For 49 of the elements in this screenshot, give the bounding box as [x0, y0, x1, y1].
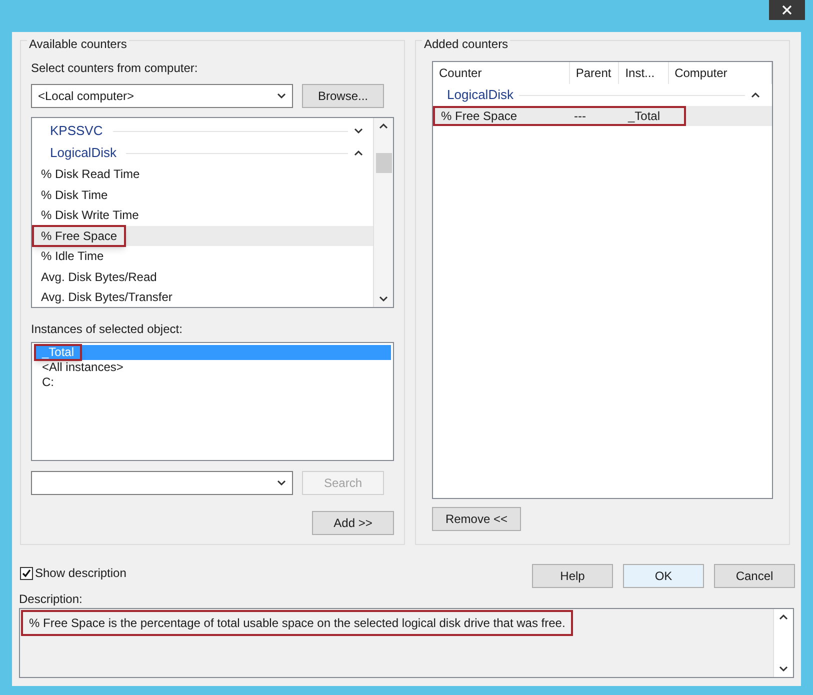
- button[interactable]: Cancel: [714, 564, 795, 588]
- dropdown[interactable]: <Local computer>: [31, 84, 293, 108]
- list-item[interactable]: Avg. Disk Bytes/Transfer: [32, 288, 182, 306]
- button[interactable]: Browse...: [302, 84, 384, 108]
- button[interactable]: Remove <<: [432, 507, 521, 531]
- list-item[interactable]: C:: [34, 376, 62, 389]
- column-header[interactable]: Inst...: [619, 62, 669, 84]
- caret-icon: [277, 480, 286, 486]
- category-header[interactable]: LogicalDisk: [32, 142, 373, 164]
- list-item[interactable]: Avg. Disk Bytes/Read: [32, 268, 166, 286]
- column-header[interactable]: Computer: [668, 62, 772, 84]
- list-item[interactable]: <All instances>: [34, 361, 132, 374]
- scroll-up-icon: [779, 614, 788, 620]
- column-header[interactable]: Counter: [433, 62, 570, 84]
- scroll-up-icon: [379, 123, 388, 129]
- scrollbar[interactable]: [773, 609, 793, 677]
- button[interactable]: Add >>: [312, 511, 394, 535]
- scroll-thumb[interactable]: [376, 152, 392, 172]
- button[interactable]: OK: [623, 564, 704, 588]
- field-label: Description:: [18, 591, 84, 608]
- collapse-icon: [751, 92, 760, 98]
- button[interactable]: Help: [532, 564, 613, 588]
- table-cell-text: ---: [573, 108, 587, 125]
- field-label: Select counters from computer:: [31, 60, 199, 77]
- scrollbar[interactable]: [373, 118, 393, 307]
- expand-icon: [354, 128, 363, 134]
- field-label: Instances of selected object:: [31, 321, 184, 338]
- table-cell-text: % Free Space: [440, 108, 518, 125]
- list-item[interactable]: % Free Space: [32, 224, 126, 247]
- dropdown[interactable]: [31, 471, 293, 495]
- caret-icon: [277, 93, 286, 99]
- description-text: % Free Space is the percentage of total usable space on the selected logical disk drive that was free.: [21, 610, 574, 636]
- collapse-icon: [354, 150, 363, 156]
- list-item[interactable]: % Disk Write Time: [32, 206, 148, 224]
- list-item[interactable]: % Disk Time: [32, 186, 117, 204]
- scroll-down-icon: [779, 666, 788, 672]
- close-icon: [782, 5, 792, 15]
- table-cell-text: _Total: [626, 108, 662, 125]
- scroll-down-icon: [379, 296, 388, 302]
- counter-list[interactable]: KPSSVC LogicalDisk % Disk Read Time % Disk Time % Disk Write Time % Free Space % Idle Time Avg. Disk Bytes/Read Avg. Disk Bytes/Transfer: [31, 117, 394, 308]
- checkbox[interactable]: Show description: [20, 564, 126, 582]
- list-item[interactable]: % Idle Time: [32, 247, 113, 266]
- category-header[interactable]: KPSSVC: [32, 120, 373, 142]
- category-header[interactable]: LogicalDisk: [433, 84, 772, 106]
- close-button[interactable]: [769, 0, 805, 20]
- instance-list[interactable]: _Total <All instances> C:: [31, 342, 394, 461]
- column-header[interactable]: Parent: [570, 62, 620, 84]
- list-item[interactable]: % Disk Read Time: [32, 165, 149, 184]
- check-icon: [21, 568, 32, 578]
